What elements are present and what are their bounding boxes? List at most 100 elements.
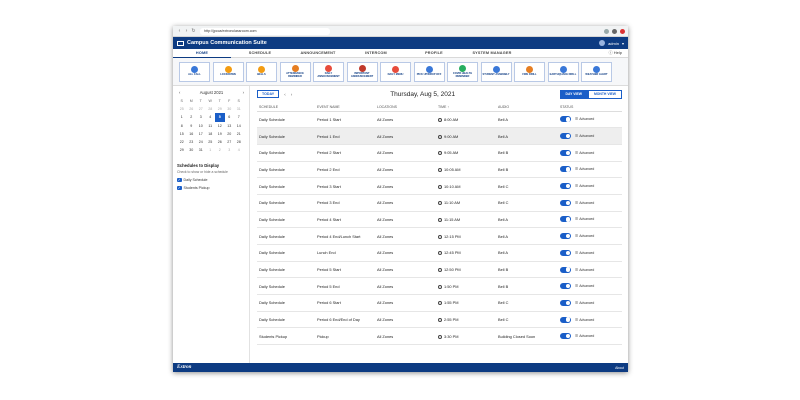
table-row[interactable]: Daily Schedule Period 6 End/End of Day All… <box>257 311 622 329</box>
status-toggle[interactable] <box>560 133 571 140</box>
table-row[interactable]: Daily Schedule Period 3 End All Zones 11:10… <box>257 194 622 212</box>
checkbox-checked-icon[interactable]: ✓ <box>177 177 182 183</box>
table-row[interactable]: Daily Schedule Period 6 Start All Zones 1:5… <box>257 294 622 312</box>
tab-system-manager[interactable]: SYSTEM MANAGER <box>463 49 521 58</box>
profile-icon[interactable] <box>612 28 617 34</box>
calendar-day[interactable]: 31 <box>234 105 244 113</box>
calendar-day[interactable]: 4 <box>206 113 216 121</box>
table-row[interactable]: Daily Schedule Period 2 End All Zones 10:05… <box>257 161 622 179</box>
calendar-day[interactable]: 5 <box>215 113 225 122</box>
calendar-day[interactable]: 19 <box>215 130 225 138</box>
advanced-link[interactable]: ☰Advanced <box>575 134 594 138</box>
close-icon[interactable] <box>620 28 625 34</box>
column-header[interactable]: STATUS <box>560 103 622 112</box>
status-toggle[interactable] <box>560 183 571 190</box>
quick-button-student-assembly[interactable]: STUDENT ASSEMBLY <box>480 61 512 82</box>
calendar-day[interactable]: 14 <box>234 122 244 130</box>
status-toggle[interactable] <box>560 116 571 123</box>
calendar-day[interactable]: 31 <box>196 146 206 154</box>
calendar-day[interactable]: 20 <box>225 130 235 138</box>
quick-button-bells[interactable]: BELLS <box>246 61 277 82</box>
quick-button-weather-alert[interactable]: WEATHER ALERT <box>581 61 612 82</box>
advanced-link[interactable]: ☰Advanced <box>575 284 594 288</box>
column-header[interactable]: SCHEDULE <box>257 103 317 112</box>
calendar-day[interactable]: 18 <box>206 130 216 138</box>
advanced-link[interactable]: ☰Advanced <box>575 184 594 188</box>
extension-icon[interactable] <box>604 28 609 34</box>
calendar-day[interactable]: 13 <box>225 122 235 130</box>
calendar-day[interactable]: 21 <box>234 130 244 138</box>
status-toggle[interactable] <box>560 166 571 173</box>
prev-day-icon[interactable]: ‹ <box>284 92 286 97</box>
calendar-day[interactable]: 25 <box>177 105 187 113</box>
schedule-checkbox-daily[interactable]: ✓ Daily Schedule <box>177 177 246 183</box>
table-row[interactable]: Daily Schedule Period 3 Start All Zones 10:… <box>257 177 622 195</box>
status-toggle[interactable] <box>560 266 571 273</box>
tab-intercom[interactable]: INTERCOM <box>347 49 405 58</box>
status-toggle[interactable] <box>560 299 571 306</box>
calendar-day[interactable]: 10 <box>196 122 206 130</box>
calendar-day[interactable]: 17 <box>196 130 206 138</box>
calendar-day[interactable]: 26 <box>215 138 225 146</box>
quick-button-pick-up-drop-off[interactable]: PICK UP/DROP OFF <box>413 61 445 82</box>
status-toggle[interactable] <box>560 283 571 290</box>
quick-button-important-announcement[interactable]: IMPORTANT ANNOUNCEMENT <box>346 61 378 82</box>
schedule-checkbox-pickup[interactable]: ✓ Students Pickup <box>177 185 246 191</box>
status-toggle[interactable] <box>560 233 571 240</box>
tab-schedule[interactable]: SCHEDULE <box>231 49 289 58</box>
table-row[interactable]: Daily Schedule Period 2 Start All Zones 9:0… <box>257 144 622 162</box>
advanced-link[interactable]: ☰Advanced <box>575 117 594 121</box>
calendar-day[interactable]: 8 <box>177 122 187 130</box>
calendar-day[interactable]: 23 <box>187 138 197 146</box>
quick-button-covid-health-reminder[interactable]: COVID HEALTH REMINDER <box>447 61 478 82</box>
status-toggle[interactable] <box>560 249 571 256</box>
table-row[interactable]: Students Pickup Pickup All Zones 3:30 PM Bui… <box>257 327 622 346</box>
column-header[interactable]: EVENT NAME <box>317 103 377 112</box>
about-link[interactable]: About <box>615 366 624 370</box>
calendar-day[interactable]: 7 <box>234 113 244 121</box>
advanced-link[interactable]: ☰Advanced <box>575 301 594 305</box>
url-input[interactable]: http://jpcca/extronclassroom.com <box>200 27 330 35</box>
tab-home[interactable]: HOME <box>173 49 231 58</box>
quick-button-lockdown[interactable]: LOCKDOWN <box>212 61 244 82</box>
calendar-day[interactable]: 3 <box>225 146 235 154</box>
calendar-day[interactable]: 27 <box>225 138 235 146</box>
calendar-day[interactable]: 4 <box>234 146 244 154</box>
status-toggle[interactable] <box>560 333 571 340</box>
calendar-day[interactable]: 28 <box>206 105 216 113</box>
calendar-day[interactable]: 30 <box>187 146 197 154</box>
advanced-link[interactable]: ☰Advanced <box>575 217 594 221</box>
calendar-day[interactable]: 2 <box>187 113 197 121</box>
calendar-day[interactable]: 30 <box>225 105 235 113</box>
prev-month-icon[interactable]: ‹ <box>179 90 180 95</box>
advanced-link[interactable]: ☰Advanced <box>575 234 594 238</box>
table-row[interactable]: Daily Schedule Period 4 Start All Zones 11:… <box>257 211 622 229</box>
calendar-day[interactable]: 24 <box>196 138 206 146</box>
help-link[interactable]: ⓘ Help <box>609 50 628 56</box>
status-toggle[interactable] <box>560 216 571 223</box>
table-row[interactable]: Daily Schedule Lunch End All Zones 12:45 PM… <box>257 244 622 262</box>
checkbox-checked-icon[interactable]: ✓ <box>177 185 182 191</box>
advanced-link[interactable]: ☰Advanced <box>575 334 594 338</box>
calendar-day[interactable]: 22 <box>177 138 187 146</box>
status-toggle[interactable] <box>560 316 571 323</box>
day-view-button[interactable]: DAY VIEW <box>559 89 588 99</box>
status-toggle[interactable] <box>560 199 571 206</box>
table-row[interactable]: Daily Schedule Period 4 End/Lunch Start Al… <box>257 227 622 245</box>
table-row[interactable]: Daily Schedule Period 5 End All Zones 1:50 … <box>257 277 622 296</box>
calendar-day[interactable]: 3 <box>196 113 206 121</box>
calendar-day[interactable]: 29 <box>215 105 225 113</box>
quick-button-daily-announcement[interactable]: DAILY ANNOUNCEMENT <box>313 61 344 82</box>
calendar-day[interactable]: 9 <box>187 122 197 130</box>
calendar-day[interactable]: 27 <box>196 105 206 113</box>
quick-button-fire-drill[interactable]: FIRE DRILL <box>514 61 545 82</box>
back-icon[interactable]: ‹ <box>176 28 183 34</box>
reload-icon[interactable]: ↻ <box>190 28 197 34</box>
calendar-day[interactable]: 25 <box>206 138 216 146</box>
calendar-day[interactable]: 15 <box>177 130 187 138</box>
advanced-link[interactable]: ☰Advanced <box>575 167 594 171</box>
table-row[interactable]: Daily Schedule Period 1 Start All Zones 8:0… <box>257 111 622 129</box>
calendar-day[interactable]: 16 <box>187 130 197 138</box>
calendar-day[interactable]: 2 <box>215 146 225 154</box>
calendar-day[interactable]: 1 <box>206 146 216 154</box>
